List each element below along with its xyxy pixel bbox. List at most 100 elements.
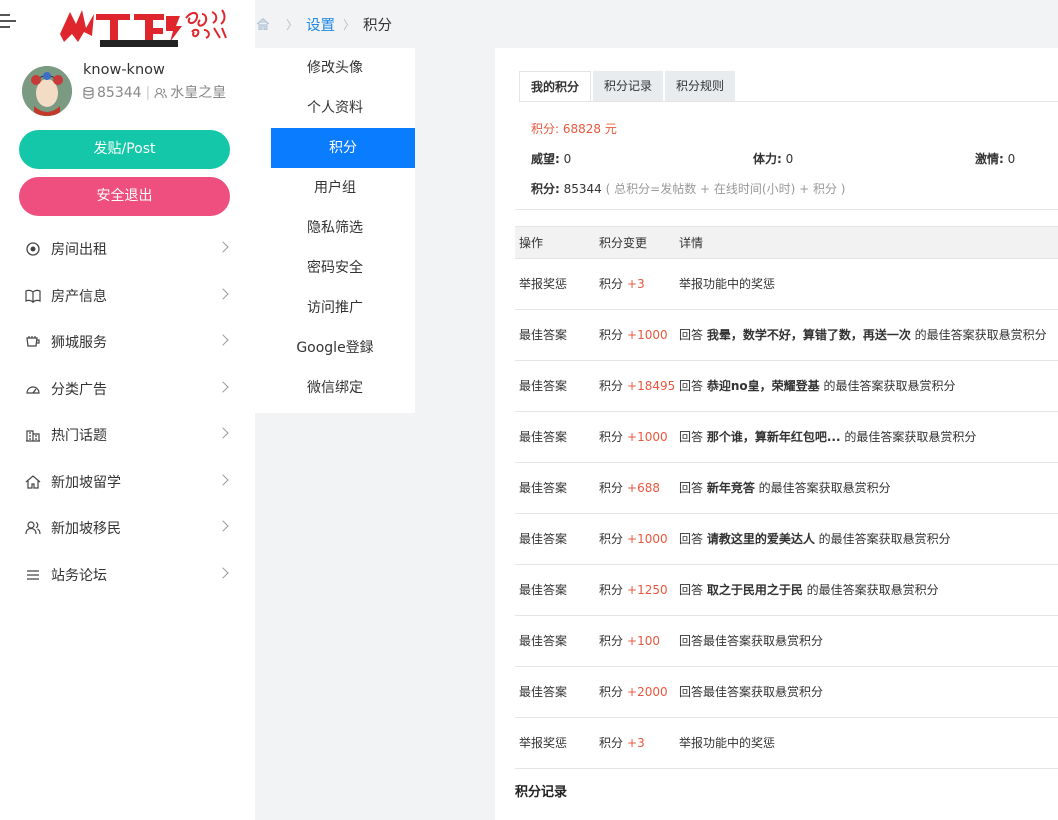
- settings-item-avatar[interactable]: 修改头像: [255, 48, 415, 88]
- sidebar-item-classified-ads[interactable]: 分类广告: [0, 366, 255, 413]
- tab-credit-log[interactable]: 积分记录: [593, 71, 664, 101]
- detail-thread-title[interactable]: 我晕，数学不好，算错了数，再送一次: [707, 328, 911, 342]
- table-row: 最佳答案 积分 +18495 回答 恭迎no皇，荣耀登基 的最佳答案获取悬赏积分: [515, 361, 1058, 412]
- row-operation: 最佳答案: [519, 481, 568, 495]
- user-group[interactable]: 水皇之皇: [170, 85, 226, 101]
- row-change: 积分 +18495: [599, 361, 675, 411]
- attr-tili: 体力: 0: [753, 150, 793, 167]
- list-icon: [25, 567, 41, 583]
- total-credits: 积分: 68828 元: [531, 122, 617, 136]
- settings-menu: 修改头像 个人资料 积分 用户组 隐私筛选 密码安全 访问推广 Google登録…: [255, 48, 415, 413]
- chevron-right-icon: [217, 520, 229, 532]
- breadcrumb-separator: 〉: [343, 17, 356, 32]
- detail-suffix: 的最佳答案获取悬赏积分: [814, 532, 951, 546]
- row-operation: 举报奖惩: [519, 277, 568, 291]
- table-row: 最佳答案 积分 +1250 回答 取之于民用之于民 的最佳答案获取悬赏积分: [515, 565, 1058, 616]
- tab-credit-rules[interactable]: 积分规则: [665, 71, 736, 101]
- settings-item-google-login[interactable]: Google登録: [255, 328, 415, 368]
- row-operation: 最佳答案: [519, 430, 568, 444]
- users-icon: [25, 520, 41, 536]
- sidebar-item-room-rental[interactable]: 房间出租: [0, 226, 255, 273]
- detail-prefix: 回答: [679, 379, 707, 393]
- avatar[interactable]: [22, 66, 72, 116]
- username[interactable]: know-know: [83, 62, 165, 78]
- attr-jiqing: 激情: 0: [975, 150, 1015, 167]
- attr-label: 激情:: [975, 152, 1004, 166]
- user-card: know-know 85344 | 水皇之皇: [22, 62, 237, 124]
- row-points: +688: [627, 481, 660, 495]
- row-unit: 积分: [599, 736, 624, 750]
- row-detail: 回答 新年竞答 的最佳答案获取悬赏积分: [679, 463, 891, 513]
- settings-item-credits[interactable]: 积分: [271, 128, 415, 168]
- database-icon: [83, 87, 94, 99]
- row-unit: 积分: [599, 634, 624, 648]
- breadcrumb-settings-link[interactable]: 设置: [306, 14, 335, 35]
- home-icon[interactable]: [256, 17, 270, 31]
- detail-thread-title[interactable]: 取之于民用之于民: [707, 583, 803, 597]
- sidebar-item-label: 热门话题: [51, 428, 107, 445]
- detail-thread-title[interactable]: 那个谁，算新年红包吧...: [707, 430, 841, 444]
- settings-item-promotion[interactable]: 访问推广: [255, 288, 415, 328]
- settings-item-profile[interactable]: 个人资料: [255, 88, 415, 128]
- menu-toggle-icon[interactable]: [0, 14, 16, 30]
- tab-my-credits[interactable]: 我的积分: [519, 71, 592, 101]
- header-change: 积分变更: [599, 236, 648, 250]
- attr-label: 体力:: [753, 152, 782, 166]
- section-title-credit-log: 积分记录: [515, 785, 568, 800]
- detail-thread-title[interactable]: 请教这里的爱美达人: [707, 532, 815, 546]
- row-points: +1000: [627, 532, 668, 546]
- service-icon: [25, 334, 41, 350]
- credits-summary: 积分: 68828 元 威望: 0 体力: 0 激情: 0 积分: 85344 …: [531, 120, 1051, 196]
- chevron-right-icon: [217, 380, 229, 393]
- settings-item-privacy[interactable]: 隐私筛选: [255, 208, 415, 248]
- sidebar-item-immigration[interactable]: 新加坡移民: [0, 505, 255, 552]
- sidebar-item-label: 房间出租: [51, 242, 107, 259]
- sidebar-item-hot-topics[interactable]: 热门话题: [0, 412, 255, 459]
- settings-item-usergroup[interactable]: 用户组: [255, 168, 415, 208]
- detail-prefix: 回答: [679, 583, 707, 597]
- settings-item-wechat-bind[interactable]: 微信绑定: [255, 368, 415, 408]
- row-unit: 积分: [599, 430, 624, 444]
- user-points: 85344: [97, 85, 142, 101]
- row-change: 积分 +2000: [599, 667, 668, 717]
- row-points: +1000: [627, 430, 668, 444]
- row-points: +1250: [627, 583, 668, 597]
- table-row: 最佳答案 积分 +1000 回答 我晕，数学不好，算错了数，再送一次 的最佳答案获…: [515, 310, 1058, 361]
- detail-thread-title[interactable]: 恭迎no皇，荣耀登基: [707, 379, 820, 393]
- sidebar-item-site-affairs[interactable]: 站务论坛: [0, 552, 255, 599]
- row-unit: 积分: [599, 379, 624, 393]
- chevron-right-icon: [217, 287, 229, 300]
- sidebar-nav: 房间出租 房产信息 狮城服务 分类广告 热门话题 新加坡留学 新加坡移民 站务论…: [0, 226, 255, 598]
- sidebar-item-lion-city-service[interactable]: 狮城服务: [0, 319, 255, 366]
- row-change: 积分 +1000: [599, 412, 668, 462]
- row-points: +3: [627, 736, 645, 750]
- row-points: +1000: [627, 328, 668, 342]
- site-logo[interactable]: [56, 4, 231, 48]
- credits-panel: 我的积分 积分记录 积分规则 积分: 68828 元 威望: 0 体力: 0 激…: [495, 48, 1058, 820]
- detail-thread-title[interactable]: 新年竞答: [707, 481, 755, 495]
- table-row: 最佳答案 积分 +2000 回答最佳答案获取悬赏积分: [515, 667, 1058, 718]
- post-button[interactable]: 发贴/Post: [19, 130, 230, 169]
- row-unit: 积分: [599, 685, 624, 699]
- detail-suffix: 的最佳答案获取悬赏积分: [802, 583, 939, 597]
- sidebar-item-label: 新加坡移民: [51, 521, 121, 538]
- settings-item-password[interactable]: 密码安全: [255, 248, 415, 288]
- logout-button[interactable]: 安全退出: [19, 177, 230, 216]
- credits-tabs: 我的积分 积分记录 积分规则: [519, 71, 737, 101]
- sidebar-item-study-in-singapore[interactable]: 新加坡留学: [0, 459, 255, 506]
- row-operation: 最佳答案: [519, 532, 568, 546]
- row-points: +2000: [627, 685, 668, 699]
- row-unit: 积分: [599, 532, 624, 546]
- detail-prefix: 回答最佳答案获取悬赏积分: [679, 685, 824, 699]
- row-detail: 回答最佳答案获取悬赏积分: [679, 616, 823, 666]
- row-change: 积分 +1000: [599, 310, 668, 360]
- row-change: 积分 +3: [599, 718, 645, 768]
- sidebar-item-property[interactable]: 房产信息: [0, 273, 255, 320]
- row-operation: 举报奖惩: [519, 736, 568, 750]
- row-unit: 积分: [599, 277, 624, 291]
- row-detail: 回答 恭迎no皇，荣耀登基 的最佳答案获取悬赏积分: [679, 361, 955, 411]
- row-detail: 回答 请教这里的爱美达人 的最佳答案获取悬赏积分: [679, 514, 951, 564]
- table-row: 最佳答案 积分 +1000 回答 那个谁，算新年红包吧... 的最佳答案获取悬赏积…: [515, 412, 1058, 463]
- detail-prefix: 举报功能中的奖惩: [679, 736, 776, 750]
- row-detail: 回答 那个谁，算新年红包吧... 的最佳答案获取悬赏积分: [679, 412, 976, 462]
